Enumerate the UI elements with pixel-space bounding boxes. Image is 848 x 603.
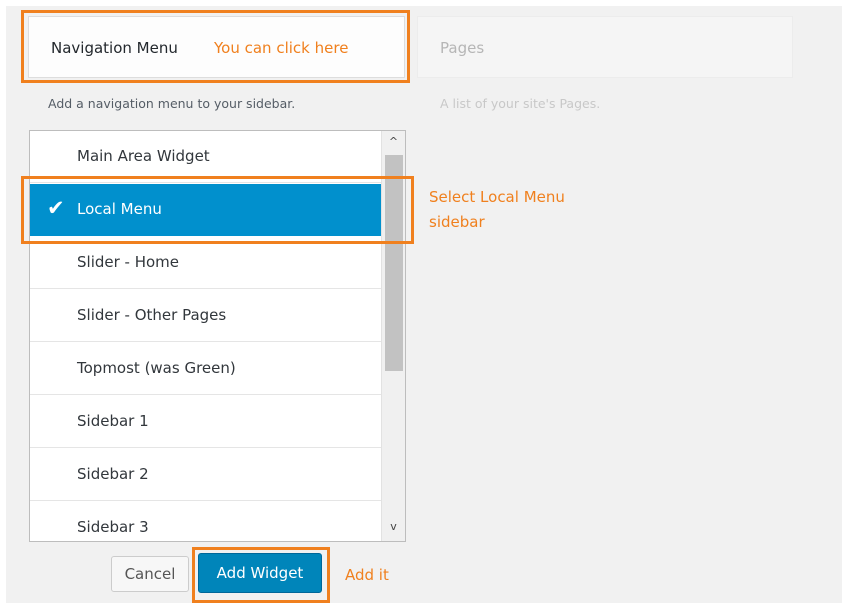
list-item-label: Sidebar 3: [77, 518, 149, 536]
listbox-scrollbar[interactable]: ^ v: [381, 131, 405, 541]
list-item-main-area-widget[interactable]: Main Area Widget: [30, 131, 381, 183]
cancel-button[interactable]: Cancel: [111, 556, 189, 592]
list-item-label: Slider - Other Pages: [77, 306, 227, 324]
list-item-sidebar-2[interactable]: Sidebar 2: [30, 449, 381, 501]
add-widget-button[interactable]: Add Widget: [198, 553, 322, 593]
list-item-label: Sidebar 2: [77, 465, 149, 483]
add-it-annotation: Add it: [345, 566, 389, 584]
list-item-sidebar-1[interactable]: Sidebar 1: [30, 396, 381, 448]
checkmark-icon: ✔: [47, 196, 65, 220]
list-item-label: Sidebar 1: [77, 412, 149, 430]
pages-description: A list of your site's Pages.: [440, 96, 601, 111]
select-local-menu-annotation-line1: Select Local Menu: [429, 188, 565, 206]
pages-title: Pages: [440, 39, 485, 57]
scroll-up-arrow-icon[interactable]: ^: [382, 135, 405, 151]
pages-widget-title[interactable]: Pages: [417, 16, 793, 78]
sidebar-listbox[interactable]: Main Area Widget ✔ Local Menu Slider - H…: [29, 130, 406, 542]
list-item-slider-home[interactable]: Slider - Home: [30, 237, 381, 289]
click-here-annotation: You can click here: [214, 39, 349, 57]
list-item-label: Topmost (was Green): [77, 359, 236, 377]
list-item-sidebar-3[interactable]: Sidebar 3: [30, 502, 381, 541]
select-local-menu-annotation-line2: sidebar: [429, 213, 485, 231]
navigation-menu-widget-title[interactable]: Navigation Menu You can click here: [28, 16, 405, 78]
list-item-label: Slider - Home: [77, 253, 180, 271]
navigation-menu-title: Navigation Menu: [51, 39, 178, 57]
list-item-local-menu[interactable]: ✔ Local Menu: [30, 184, 381, 236]
scroll-down-arrow-icon[interactable]: v: [382, 520, 405, 536]
scrollbar-thumb[interactable]: [385, 155, 403, 371]
list-item-slider-other-pages[interactable]: Slider - Other Pages: [30, 290, 381, 342]
navigation-menu-description: Add a navigation menu to your sidebar.: [48, 96, 296, 111]
list-item-label: Main Area Widget: [77, 147, 210, 165]
list-item-topmost[interactable]: Topmost (was Green): [30, 343, 381, 395]
list-item-label: Local Menu: [77, 200, 162, 218]
